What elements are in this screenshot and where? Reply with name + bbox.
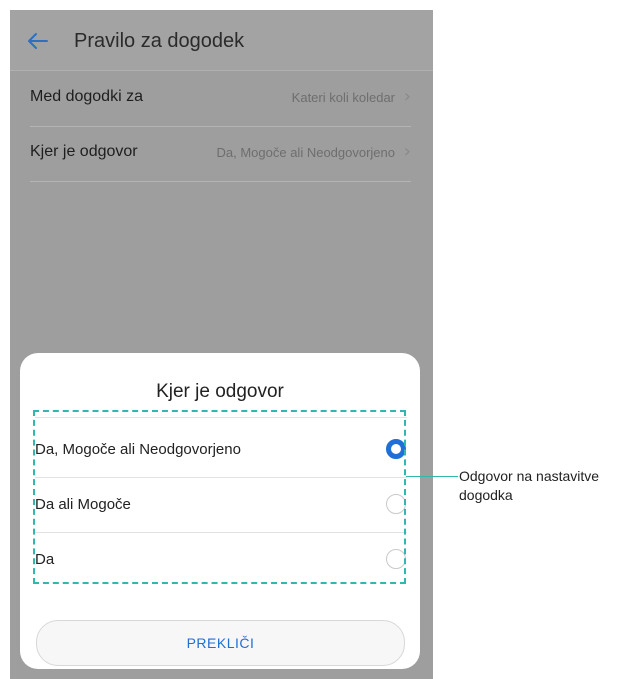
setting-label: Kjer je odgovor — [30, 143, 138, 160]
options-highlight-box — [33, 410, 406, 584]
setting-value: Da, Mogoče ali Neodgovorjeno — [216, 145, 396, 160]
cancel-button[interactable]: PREKLIČI — [36, 620, 405, 666]
setting-label: Med dogodki za — [30, 88, 143, 105]
setting-row-calendar[interactable]: Med dogodki za Kateri koli koledar › — [30, 72, 411, 127]
callout-label: Odgovor na nastavitve dogodka — [459, 468, 600, 503]
setting-value: Kateri koli koledar — [291, 90, 395, 105]
callout-line — [406, 476, 458, 477]
back-arrow-icon[interactable] — [25, 28, 51, 54]
setting-row-response[interactable]: Kjer je odgovor Da, Mogoče ali Neodgovor… — [30, 127, 411, 182]
chevron-right-icon: › — [403, 86, 411, 107]
app-bar: Pravilo za dogodek — [10, 10, 433, 71]
chevron-right-icon: › — [403, 141, 411, 162]
dialog-title: Kjer je odgovor — [156, 381, 284, 402]
page-title: Pravilo za dogodek — [74, 30, 245, 52]
